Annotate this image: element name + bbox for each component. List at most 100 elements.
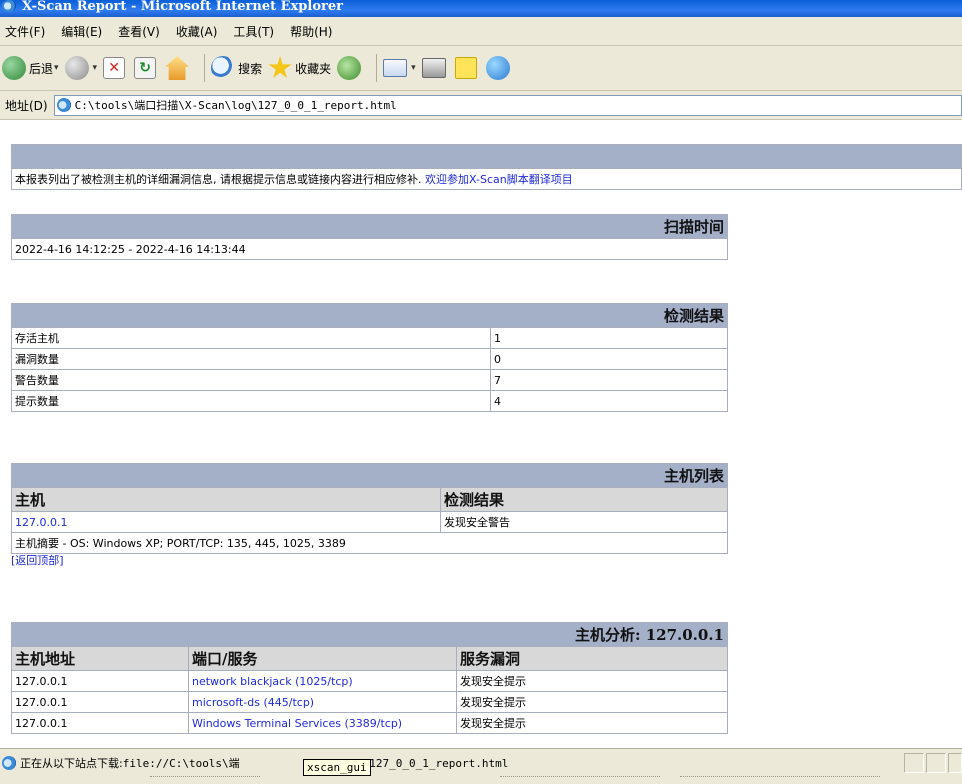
- favorites-button[interactable]: 收藏夹: [268, 56, 331, 80]
- port-service-link[interactable]: Windows Terminal Services (3389/tcp): [192, 717, 402, 730]
- menu-bar: 文件(F) 编辑(E) 查看(V) 收藏(A) 工具(T) 帮助(H): [0, 17, 962, 46]
- window-title: X-Scan Report - Microsoft Internet Explo…: [22, 0, 343, 14]
- menu-file[interactable]: 文件(F): [5, 23, 45, 40]
- search-label: 搜索: [238, 61, 263, 76]
- back-label: 后退: [29, 61, 54, 76]
- print-icon: [421, 58, 446, 78]
- status-cell: [904, 753, 924, 773]
- status-text: 正在从以下站点下载: file://C:\tools\端 Scan\log\12…: [2, 753, 902, 773]
- forward-button[interactable]: ▾: [64, 56, 98, 80]
- home-icon: [165, 56, 190, 80]
- host-list-table: 主机列表 主机 检测结果 127.0.0.1 发现安全警告 主机摘要 - OS:…: [11, 463, 728, 554]
- host-summary-text: - OS: Windows XP; PORT/TCP: 135, 445, 10…: [59, 537, 346, 550]
- back-to-top-link[interactable]: [返回顶部]: [11, 554, 728, 568]
- search-button[interactable]: 搜索: [211, 56, 262, 80]
- status-cell: [948, 753, 962, 773]
- vuln-column-header: 服务漏洞: [456, 646, 728, 671]
- translation-project-link[interactable]: 欢迎参加X-Scan脚本翻译项目: [425, 173, 573, 186]
- intro-text: 本报表列出了被检测主机的详细漏洞信息, 请根据提示信息或链接内容进行相应修补.: [15, 173, 422, 186]
- forward-dropdown-icon[interactable]: ▾: [93, 63, 98, 73]
- messenger-button[interactable]: [485, 56, 513, 80]
- toolbar-separator: [376, 54, 378, 82]
- intro-table: 本报表列出了被检测主机的详细漏洞信息, 请根据提示信息或链接内容进行相应修补. …: [11, 144, 962, 190]
- table-row: 127.0.0.1 microsoft-ds (445/tcp) 发现安全提示: [11, 691, 728, 713]
- result-value: 0: [490, 348, 728, 370]
- scan-time-section: 扫描时间 2022-4-16 14:12:25 - 2022-4-16 14:1…: [11, 214, 728, 260]
- page-icon: [56, 98, 71, 112]
- result-label: 警告数量: [11, 369, 491, 391]
- result-value: 7: [490, 369, 728, 391]
- messenger-icon: [485, 56, 510, 80]
- print-button[interactable]: [421, 58, 449, 78]
- intro-row: 本报表列出了被检测主机的详细漏洞信息, 请根据提示信息或链接内容进行相应修补. …: [11, 168, 962, 190]
- host-summary-label: 主机摘要: [15, 537, 59, 550]
- address-label: 地址(D): [5, 98, 48, 113]
- table-row: 漏洞数量 0: [11, 348, 728, 370]
- results-header: 检测结果: [11, 303, 728, 328]
- ie-logo-icon: [2, 0, 16, 12]
- host-result: 发现安全警告: [440, 511, 728, 533]
- host-list-section: 主机列表 主机 检测结果 127.0.0.1 发现安全警告 主机摘要 - OS:…: [11, 463, 728, 568]
- status-path-start: file://C:\tools\端: [122, 757, 240, 770]
- address-input[interactable]: C:\tools\端口扫描\X-Scan\log\127_0_0_1_repor…: [53, 94, 962, 116]
- back-arrow-icon: [2, 56, 26, 80]
- port-service-link[interactable]: network blackjack (1025/tcp): [192, 675, 353, 688]
- port-service-link[interactable]: microsoft-ds (445/tcp): [192, 696, 314, 709]
- status-prefix: 正在从以下站点下载:: [20, 757, 123, 770]
- report-page: 本报表列出了被检测主机的详细漏洞信息, 请根据提示信息或链接内容进行相应修补. …: [0, 120, 962, 748]
- result-column-header: 检测结果: [440, 487, 728, 512]
- host-analysis-section: 主机分析: 127.0.0.1 主机地址 端口/服务 服务漏洞 127.0.0.…: [11, 622, 728, 734]
- table-row: 提示数量 4: [11, 390, 728, 412]
- mail-dropdown-icon[interactable]: ▾: [411, 63, 416, 73]
- mail-button[interactable]: ▾: [383, 59, 416, 77]
- menu-view[interactable]: 查看(V): [118, 23, 160, 40]
- analysis-vuln: 发现安全提示: [456, 712, 728, 734]
- window-titlebar: X-Scan Report - Microsoft Internet Explo…: [0, 0, 962, 17]
- back-button[interactable]: 后退 ▾: [2, 56, 59, 80]
- media-button[interactable]: [337, 56, 364, 80]
- back-dropdown-icon[interactable]: ▾: [54, 63, 59, 73]
- host-link[interactable]: 127.0.0.1: [15, 516, 67, 529]
- scan-time-value: 2022-4-16 14:12:25 - 2022-4-16 14:13:44: [11, 238, 728, 260]
- search-icon: [211, 56, 236, 80]
- results-section: 检测结果 存活主机 1 漏洞数量 0 警告数量 7 提示数量 4: [11, 303, 728, 412]
- analysis-addr: 127.0.0.1: [11, 712, 189, 734]
- table-row: 警告数量 7: [11, 369, 728, 391]
- analysis-addr: 127.0.0.1: [11, 691, 189, 713]
- menu-edit[interactable]: 编辑(E): [61, 23, 102, 40]
- ie-status-icon: [2, 756, 16, 770]
- analysis-vuln: 发现安全提示: [456, 691, 728, 713]
- menu-tools[interactable]: 工具(T): [233, 23, 274, 40]
- refresh-button[interactable]: ↻: [134, 57, 159, 79]
- result-value: 4: [490, 390, 728, 412]
- favorites-label: 收藏夹: [295, 61, 332, 76]
- host-column-header: 主机: [11, 487, 441, 512]
- stop-button[interactable]: ✕: [103, 57, 128, 79]
- host-analysis-header: 主机分析: 127.0.0.1: [11, 622, 728, 647]
- intro-header: [11, 144, 962, 169]
- notepad-icon: [454, 57, 477, 79]
- address-url: C:\tools\端口扫描\X-Scan\log\127_0_0_1_repor…: [74, 99, 397, 112]
- results-table: 检测结果 存活主机 1 漏洞数量 0 警告数量 7 提示数量 4: [11, 303, 728, 412]
- toolbar: 后退 ▾ ▾ ✕ ↻ 搜索 收藏夹 ▾: [0, 46, 962, 91]
- forward-arrow-icon: [64, 56, 89, 80]
- menu-favorites[interactable]: 收藏(A): [176, 23, 218, 40]
- refresh-icon: ↻: [134, 57, 157, 79]
- edit-button[interactable]: [454, 57, 480, 79]
- port-column-header: 端口/服务: [188, 646, 457, 671]
- taskbar-tooltip: xscan_gui: [303, 759, 371, 776]
- menu-help[interactable]: 帮助(H): [290, 23, 332, 40]
- status-cell: [926, 753, 946, 773]
- intro-section: 本报表列出了被检测主机的详细漏洞信息, 请根据提示信息或链接内容进行相应修补. …: [11, 144, 962, 190]
- mail-icon: [383, 59, 408, 77]
- toolbar-separator: [204, 54, 206, 82]
- result-label: 提示数量: [11, 390, 491, 412]
- home-button[interactable]: [165, 56, 192, 80]
- addr-column-header: 主机地址: [11, 646, 189, 671]
- analysis-vuln: 发现安全提示: [456, 670, 728, 692]
- stop-icon: ✕: [103, 57, 126, 79]
- status-bar: 正在从以下站点下载: file://C:\tools\端 Scan\log\12…: [0, 748, 962, 784]
- scan-time-table: 扫描时间 2022-4-16 14:12:25 - 2022-4-16 14:1…: [11, 214, 728, 260]
- favorites-star-icon: [268, 56, 292, 78]
- result-value: 1: [490, 327, 728, 349]
